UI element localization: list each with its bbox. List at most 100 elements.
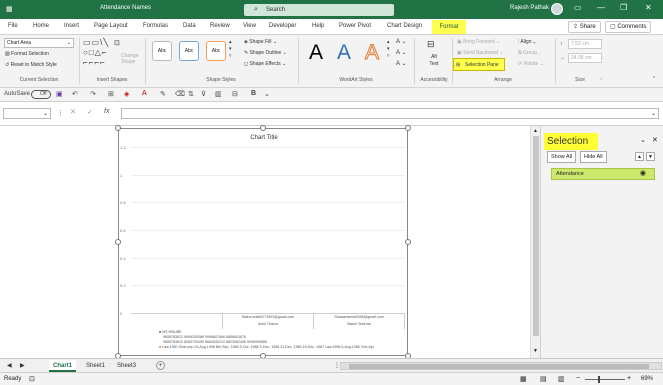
- pane-options-icon[interactable]: ⌄: [640, 136, 646, 144]
- chart-title[interactable]: Chart Title: [119, 135, 409, 141]
- width-input[interactable]: 24.08 cm: [568, 53, 602, 63]
- page-layout-view-icon[interactable]: ▤: [540, 375, 547, 383]
- formula-input[interactable]: ⌄: [121, 108, 659, 119]
- scroll-down-icon[interactable]: ▼: [533, 348, 538, 354]
- normal-view-icon[interactable]: ▦: [520, 375, 527, 383]
- more-icon[interactable]: ⋮: [57, 109, 64, 117]
- user-name[interactable]: Rajesh Pathak: [510, 5, 549, 11]
- shape-outline-button[interactable]: ✎ Shape Outline ⌄: [244, 50, 287, 56]
- show-all-button[interactable]: Show All: [547, 151, 577, 163]
- shape-style-2[interactable]: Abc: [179, 41, 199, 61]
- send-backward-icon[interactable]: ▼: [646, 152, 655, 161]
- alt-text-button[interactable]: Alt Text: [426, 54, 442, 68]
- selection-pane-button[interactable]: ⊞ Selection Pane: [453, 58, 505, 71]
- share-button[interactable]: ⇪ Share: [568, 21, 601, 33]
- tab-formulas[interactable]: Formulas: [143, 23, 168, 29]
- shape-effects-button[interactable]: ◻ Shape Effects ⌄: [244, 61, 286, 67]
- align-button[interactable]: ⫶ Align ⌄: [518, 39, 536, 45]
- undo-icon[interactable]: ↶: [72, 90, 78, 98]
- scroll-tabs-right-icon[interactable]: ▶: [16, 360, 29, 372]
- wordart-style-2[interactable]: A: [337, 41, 351, 65]
- autosave-toggle[interactable]: Off: [31, 90, 51, 99]
- name-box[interactable]: ⌄: [3, 108, 51, 119]
- text-outline-icon[interactable]: A ⌄: [396, 49, 406, 56]
- group-button[interactable]: ⧉ Group ⌄: [518, 50, 541, 56]
- shape-style-1[interactable]: Abc: [152, 41, 172, 61]
- save-icon[interactable]: ▣: [56, 90, 63, 98]
- chart-elements-dropdown[interactable]: Chart Area ⌄: [4, 38, 74, 48]
- page-break-view-icon[interactable]: ▥: [558, 375, 565, 383]
- sort-icon[interactable]: ⇅: [188, 90, 194, 98]
- size-dialog-launcher-icon[interactable]: ⌟: [600, 75, 602, 81]
- add-sheet-button[interactable]: +: [156, 361, 165, 370]
- chart-icon[interactable]: ▥: [215, 90, 222, 98]
- shape-style-gallery-scroll[interactable]: ▴ ▾ ▿: [229, 39, 232, 60]
- tab-chart-design[interactable]: Chart Design: [387, 23, 422, 29]
- tab-chart1[interactable]: Chart1: [49, 360, 77, 372]
- accessibility-icon[interactable]: ⊡: [29, 375, 35, 383]
- tab-page-layout[interactable]: Page Layout: [94, 23, 128, 29]
- rotate-button[interactable]: ⟳ Rotate ⌄: [518, 61, 544, 67]
- fill-color-icon[interactable]: ◈: [124, 90, 129, 98]
- comments-button[interactable]: ▢ Comments: [605, 21, 652, 33]
- resize-handle[interactable]: [115, 239, 121, 245]
- insert-function-icon[interactable]: fx: [104, 108, 109, 115]
- collapse-ribbon-icon[interactable]: ⌃: [652, 76, 656, 82]
- zoom-out-icon[interactable]: −: [576, 375, 580, 382]
- format-painter-icon[interactable]: ✎: [160, 90, 166, 98]
- resize-handle[interactable]: [405, 239, 411, 245]
- shape-style-3[interactable]: Abc: [206, 41, 226, 61]
- table-icon[interactable]: ⊟: [232, 90, 238, 98]
- wordart-style-1[interactable]: A: [309, 41, 323, 65]
- customize-qat-icon[interactable]: ⌄: [264, 90, 270, 98]
- scroll-tabs-left-icon[interactable]: ◀: [3, 360, 16, 372]
- font-color-icon[interactable]: A: [142, 90, 147, 97]
- scroll-up-icon[interactable]: ▲: [533, 128, 538, 134]
- search-box[interactable]: ⌕ Search: [244, 4, 394, 16]
- tab-help[interactable]: Help: [312, 23, 324, 29]
- ribbon-display-icon[interactable]: ▭: [574, 3, 582, 12]
- tab-file[interactable]: File: [8, 23, 18, 29]
- minimize-button[interactable]: —: [597, 3, 605, 12]
- tab-home[interactable]: Home: [33, 23, 49, 29]
- scroll-thumb[interactable]: [533, 136, 539, 336]
- borders-icon[interactable]: ⊞: [108, 90, 114, 98]
- redo-icon[interactable]: ↷: [90, 90, 96, 98]
- restore-button[interactable]: ❐: [620, 3, 627, 12]
- zoom-slider[interactable]: [585, 376, 625, 383]
- tab-sheet3[interactable]: Sheet3: [113, 360, 140, 372]
- format-selection-button[interactable]: ▧ Format Selection: [5, 51, 49, 57]
- send-backward-button[interactable]: ▣ Send Backward ⌄: [457, 50, 504, 56]
- change-shape-button[interactable]: Change Shape: [121, 53, 143, 65]
- bold-icon[interactable]: B: [251, 90, 256, 97]
- tab-developer[interactable]: Developer: [269, 23, 296, 29]
- zoom-slider-thumb[interactable]: [598, 376, 600, 383]
- tab-data[interactable]: Data: [183, 23, 196, 29]
- scroll-thumb[interactable]: [349, 364, 649, 369]
- tab-format[interactable]: Format: [432, 20, 466, 34]
- close-pane-button[interactable]: ✕: [652, 136, 658, 144]
- cancel-icon[interactable]: ✕: [70, 108, 76, 116]
- paint-icon[interactable]: ⌫: [175, 90, 185, 98]
- bring-forward-icon[interactable]: ▲: [635, 152, 644, 161]
- eye-icon[interactable]: ◉: [640, 169, 646, 179]
- zoom-level[interactable]: 69%: [641, 376, 653, 382]
- text-fill-icon[interactable]: A ⌄: [396, 38, 406, 45]
- tab-insert[interactable]: Insert: [64, 23, 79, 29]
- tab-view[interactable]: View: [243, 23, 256, 29]
- resize-handle[interactable]: [115, 125, 121, 131]
- hide-all-button[interactable]: Hide All: [580, 151, 607, 163]
- horizontal-scrollbar[interactable]: [340, 362, 662, 370]
- shape-fill-button[interactable]: ◈ Shape Fill ⌄: [244, 39, 277, 45]
- zoom-in-icon[interactable]: +: [627, 375, 631, 382]
- text-effects-icon[interactable]: A ⌄: [396, 60, 406, 67]
- height-input[interactable]: 7.52 cm: [568, 39, 602, 49]
- edit-shape-icon[interactable]: ⊡: [114, 39, 120, 47]
- wordart-gallery-scroll[interactable]: ▴ ▾ ▿: [387, 39, 390, 60]
- vertical-scrollbar[interactable]: ▲ ▼: [530, 126, 540, 358]
- enter-icon[interactable]: ✓: [87, 108, 93, 116]
- shapes-gallery[interactable]: ▭▭\╲ ○□△⌐ ⌐⌐⌐⌐: [83, 38, 109, 68]
- close-button[interactable]: ✕: [645, 3, 652, 12]
- avatar[interactable]: [551, 3, 563, 15]
- tab-sheet1[interactable]: Sheet1: [82, 360, 109, 372]
